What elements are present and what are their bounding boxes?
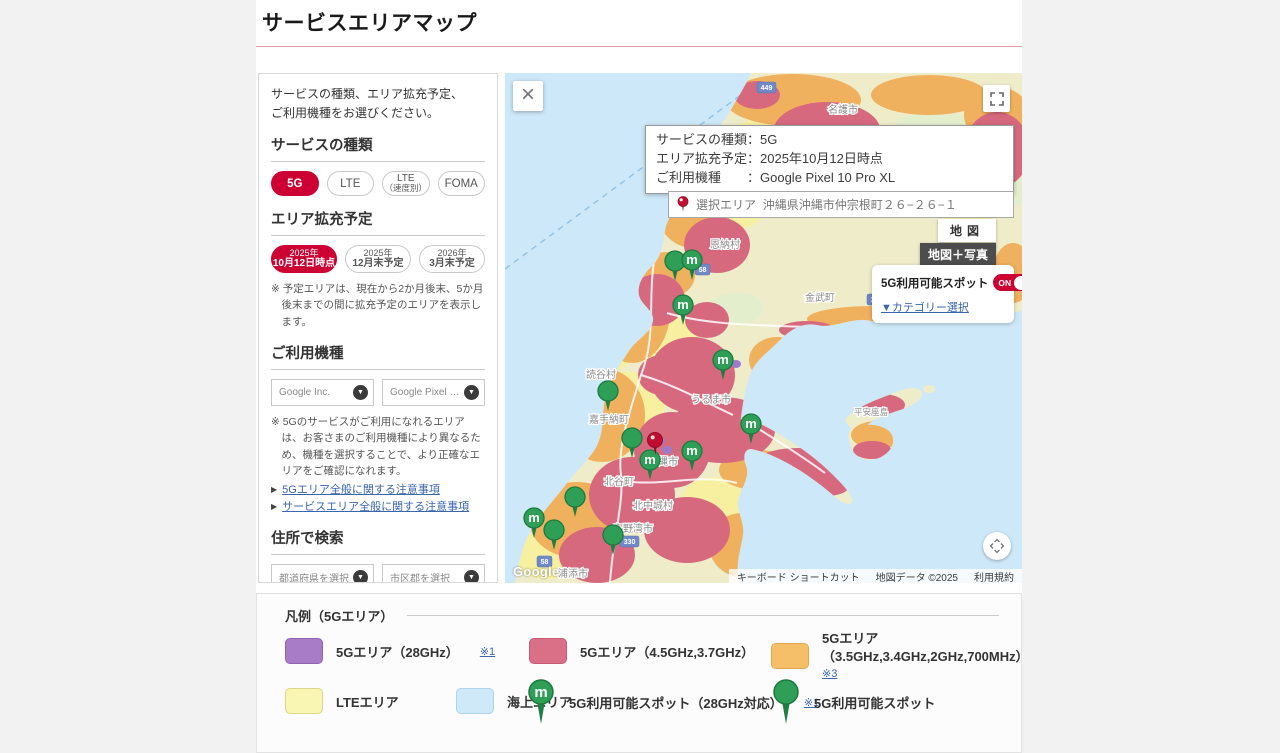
place-label: 北中城村 [633,499,673,512]
spot-toggle-panel: 5G利用可能スポット ON ▼カテゴリー選択 [872,265,1014,323]
fullscreen-button[interactable] [983,85,1010,112]
svg-text:m: m [686,443,698,458]
chevron-down-icon: ▼ [464,570,479,583]
chevron-down-icon: ▼ [353,385,368,400]
spot-pin-icon [771,679,801,726]
place-label: 北谷町 [604,476,634,488]
map-close-button[interactable]: × [513,81,543,111]
red-pin-icon [677,196,689,213]
map-type-photo-button[interactable]: 地図＋写真 [920,243,996,266]
service-lte-speed-button[interactable]: LTE （速度別） [382,171,430,196]
place-label: 平安座島 [854,407,889,417]
selected-area-box: 選択エリア 沖縄県沖縄市仲宗根町２６−２６−１ [668,191,1014,218]
5g-notes-link[interactable]: 5Gエリア全般に関する注意事項 [282,483,440,497]
swatch-sea [456,688,494,714]
svg-text:m: m [677,297,689,312]
address-search-heading: 住所で検索 [271,527,485,555]
info-device: ご利用機種 ：Google Pixel 10 Pro XL [656,169,1003,188]
svg-text:m: m [528,510,540,525]
swatch-lte [285,688,323,714]
maker-select[interactable]: Google Inc. ▼ [271,379,374,406]
legend-item-28ghz: 5Gエリア（28GHz） ※1 [285,638,495,664]
expansion-note: ※ 予定エリアは、現在から2か月後末、5か月後末までの間に拡充予定のエリアを表示… [271,281,485,330]
legend-item-sub6: 5Gエリア（4.5GHz,3.7GHz） ※2 [529,638,790,664]
service-type-heading: サービスの種類 [271,134,485,162]
legend-title: 凡例（5Gエリア） [285,606,393,625]
svg-text:m: m [534,684,547,701]
svg-text:449: 449 [761,85,773,92]
expansion-mar-button[interactable]: 2026年 3月末予定 [419,245,485,273]
map-data-credit: 地図データ ©2025 [876,569,958,584]
service-lte-button[interactable]: LTE [327,171,375,196]
svg-text:m: m [644,452,656,467]
chevron-down-icon: ▼ [353,570,368,583]
svg-text:m: m [717,352,729,367]
info-expansion: エリア拡充予定：2025年10月12日時点 [656,150,1003,169]
5g-spot-toggle[interactable]: ON [993,274,1022,291]
service-foma-button[interactable]: FOMA [438,171,486,196]
arrow-right-icon: ▶ [271,502,277,511]
swatch-low-band [771,643,809,669]
terms-link[interactable]: 利用規約 [974,569,1014,584]
map-area: 名護市 恩納村 金武町 うるま市 読谷村 嘉手納町 沖縄市 北谷町 北中城村 宜… [505,73,1022,583]
selected-area-address: 沖縄県沖縄市仲宗根町２６−２６−１ [763,198,957,212]
legend-note-link[interactable]: ※1 [480,645,495,658]
map-pan-control[interactable] [983,532,1011,560]
legend-item-low-band: 5Gエリア （3.5GHz,3.4GHz,2GHz,700MHz） ※3 [771,630,1029,682]
map-attribution: キーボード ショートカット 地図データ ©2025 利用規約 [729,569,1022,583]
filter-panel: サービスの種類、エリア拡充予定、 ご利用機種をお選びください。 サービスの種類 … [258,73,498,583]
pan-arrows-icon [989,536,1005,556]
expansion-dec-button[interactable]: 2025年 12月末予定 [345,245,411,273]
city-select[interactable]: 市区郡を選択 ▼ [382,564,485,583]
spot-28-pin-icon: m [526,679,556,726]
route-badge: 449 [757,82,776,93]
place-label: 読谷村 [586,368,616,381]
place-label: 名護市 [828,103,858,116]
expansion-current-button[interactable]: 2025年 10月12日時点 [271,245,337,273]
device-heading: ご利用機種 [271,342,485,370]
keyboard-shortcuts-link[interactable]: キーボード ショートカット [737,569,860,584]
legend-panel: 凡例（5Gエリア） 5Gエリア（28GHz） ※1 5Gエリア（4.5GHz,3… [256,593,1022,753]
service-5g-button[interactable]: 5G [271,171,319,196]
arrow-right-icon: ▶ [271,485,277,494]
place-label: 浦添市 [558,567,588,580]
legend-item-spot: 5G利用可能スポット [771,679,935,726]
place-label: うるま市 [691,393,731,406]
legend-divider [407,615,999,616]
legend-item-lte: LTEエリア [285,688,399,714]
place-label: 恩納村 [710,238,740,251]
place-label: 金武町 [805,291,835,304]
device-note: ※ 5Gのサービスがご利用になれるエリアは、お客さまのご利用機種により異なるため… [271,414,485,479]
prefecture-select[interactable]: 都道府県を選択 ▼ [271,564,374,583]
info-service-type: サービスの種類：5G [656,131,1003,150]
expansion-heading: エリア拡充予定 [271,208,485,236]
toggle-knob [1014,276,1022,290]
place-label: 嘉手納町 [589,413,629,426]
page-title: サービスエリアマップ [262,7,1022,37]
category-select-link[interactable]: ▼カテゴリー選択 [881,299,969,315]
fullscreen-icon [990,92,1004,106]
service-type-buttons: 5G LTE LTE （速度別） FOMA [271,171,485,196]
selected-area-label: 選択エリア [696,198,756,212]
swatch-sub6 [529,638,567,664]
expansion-buttons: 2025年 10月12日時点 2025年 12月末予定 2026年 3月末予定 [271,245,485,273]
page-content: サービスエリアマップ サービスの種類、エリア拡充予定、 ご利用機種をお選びくださ… [256,0,1022,720]
model-select[interactable]: Google Pixel 10 Pro ▼ [382,379,485,406]
map-type-map-button[interactable]: 地図 [938,219,996,242]
service-area-notes-link[interactable]: サービスエリア全般に関する注意事項 [282,500,469,514]
chevron-down-icon: ▼ [464,385,479,400]
svg-text:m: m [686,252,698,267]
panel-intro: サービスの種類、エリア拡充予定、 ご利用機種をお選びください。 [271,85,485,122]
svg-text:m: m [745,416,757,431]
svg-text:330: 330 [624,539,636,546]
spot-toggle-label: 5G利用可能スポット [881,275,988,291]
swatch-28ghz [285,638,323,664]
selection-info-box: サービスの種類：5G エリア拡充予定：2025年10月12日時点 ご利用機種 ：… [645,125,1014,194]
islet [923,385,935,393]
svg-text:58: 58 [699,267,707,274]
close-icon: × [521,83,535,107]
google-logo: Google [513,564,560,579]
